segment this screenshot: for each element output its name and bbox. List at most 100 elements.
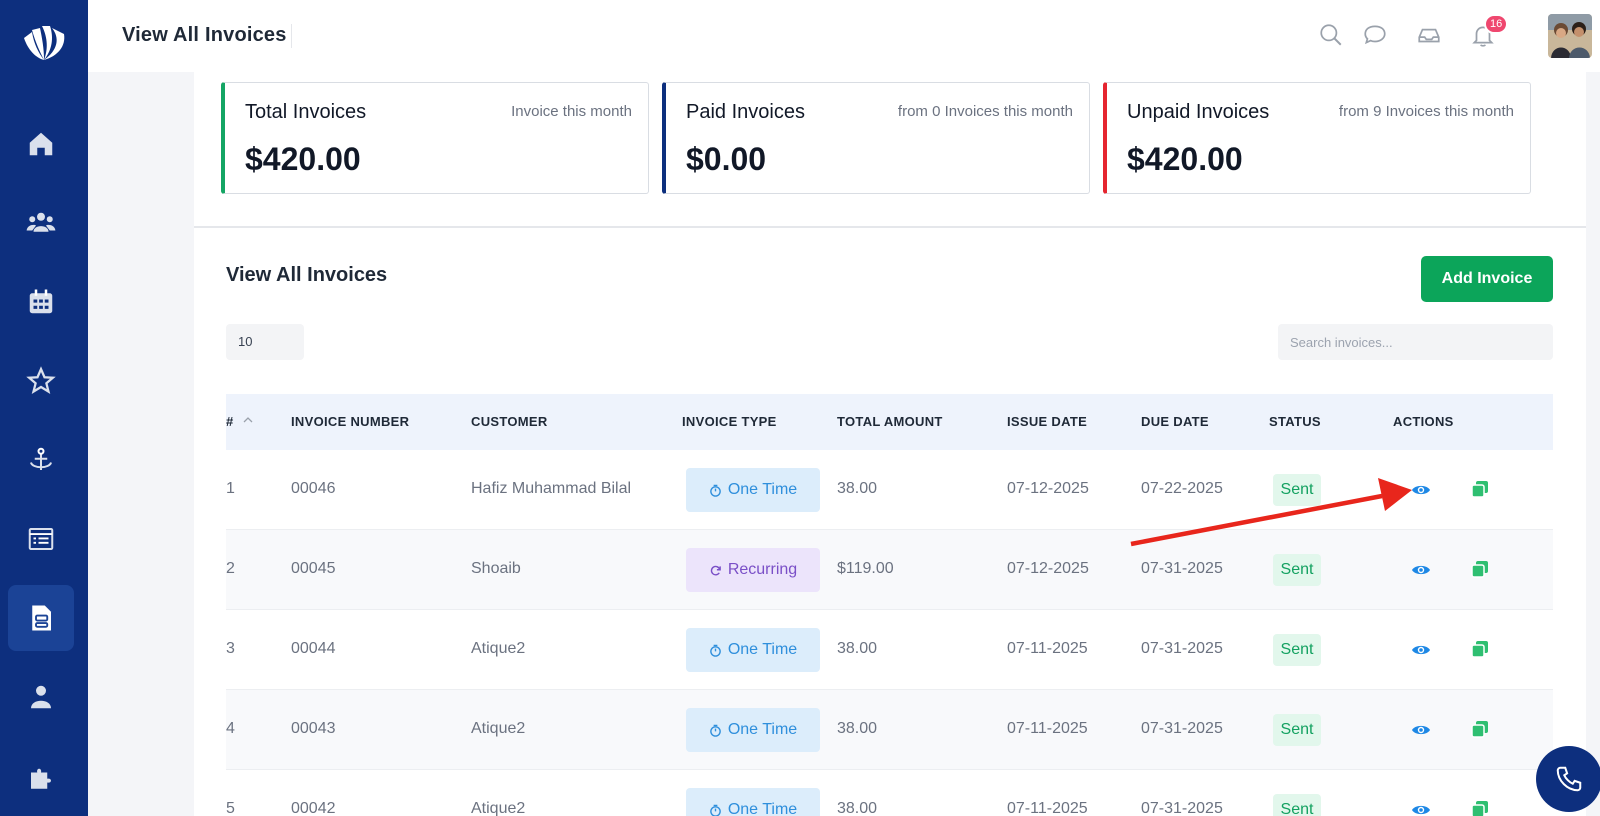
app-logo[interactable]	[18, 20, 70, 64]
column-header-due-date[interactable]: DUE DATE	[1141, 414, 1209, 429]
column-header-status[interactable]: STATUS	[1269, 414, 1321, 429]
avatar[interactable]	[1548, 14, 1592, 58]
inbox-icon	[1418, 28, 1440, 43]
column-header-actions: ACTIONS	[1393, 414, 1454, 429]
column-header-total-amount[interactable]: TOTAL AMOUNT	[837, 414, 943, 429]
table-row: 4 00043 Atique2 One Time 38.00 07-11-2025 07-3…	[226, 690, 1553, 770]
issue-date: 07-11-2025	[1007, 640, 1088, 657]
sidebar-item-list[interactable]	[8, 506, 74, 572]
view-icon[interactable]	[1411, 800, 1431, 816]
customer-name: Atique2	[471, 800, 526, 816]
table-row: 3 00044 Atique2 One Time 38.00 07-11-2025 07-3…	[226, 610, 1553, 690]
search-button[interactable]	[1318, 22, 1344, 48]
page-size-select[interactable]: 10	[226, 324, 304, 360]
card-note: Invoice this month	[511, 103, 632, 120]
table-row: 1 00046 Hafiz Muhammad Bilal One Time 38.00 0…	[226, 450, 1553, 530]
recurring-icon	[710, 565, 721, 575]
view-icon[interactable]	[1411, 560, 1431, 580]
total-amount: 38.00	[837, 720, 878, 737]
customer-name: Atique2	[471, 720, 526, 737]
status-badge: Sent	[1273, 474, 1321, 506]
users-icon	[26, 212, 56, 232]
card-note: from 0 Invoices this month	[897, 103, 1073, 120]
customer-name: Hafiz Muhammad Bilal	[471, 480, 632, 497]
one-time-icon	[709, 644, 721, 657]
invoice-number[interactable]: 00042	[291, 800, 336, 816]
column-header-customer[interactable]: CUSTOMER	[471, 414, 548, 429]
view-icon[interactable]	[1411, 640, 1431, 660]
issue-date: 07-11-2025	[1007, 800, 1088, 816]
sidebar-item-home[interactable]	[8, 111, 74, 177]
call-button[interactable]	[1536, 746, 1600, 812]
sidebar	[0, 0, 88, 816]
status-badge: Sent	[1273, 554, 1321, 586]
duplicate-icon[interactable]	[1471, 640, 1489, 658]
row-number: 3	[226, 640, 235, 657]
table-header: # INVOICE NUMBER CUSTOMER INVOICE TYPE T…	[226, 394, 1553, 450]
sidebar-item-calendar[interactable]	[8, 269, 74, 335]
sidebar-item-favorites[interactable]	[8, 348, 74, 414]
column-header-number[interactable]: #	[226, 414, 234, 429]
sidebar-item-invoices[interactable]	[8, 585, 74, 651]
column-header-invoice-type[interactable]: INVOICE TYPE	[682, 414, 777, 429]
invoice-type-label: One Time	[727, 721, 798, 738]
status-badge: Sent	[1273, 794, 1321, 816]
duplicate-icon[interactable]	[1471, 480, 1489, 498]
invoice-number[interactable]: 00044	[291, 640, 336, 658]
page-title: View All Invoices	[122, 24, 287, 46]
invoice-number[interactable]: 00045	[291, 560, 336, 578]
search-input[interactable]	[1278, 324, 1553, 360]
status-badge: Sent	[1273, 634, 1321, 666]
view-icon[interactable]	[1411, 720, 1431, 740]
invoice-type-badge: Recurring	[686, 548, 820, 592]
duplicate-icon[interactable]	[1471, 800, 1489, 816]
invoice-number[interactable]: 00046	[291, 480, 336, 498]
sort-up-icon[interactable]	[242, 414, 254, 426]
card-amount: $420.00	[245, 141, 361, 177]
due-date: 07-31-2025	[1141, 560, 1223, 577]
invoice-number[interactable]: 00043	[291, 720, 336, 738]
sidebar-item-integrations[interactable]	[8, 742, 74, 808]
column-header-issue-date[interactable]: ISSUE DATE	[1007, 414, 1087, 429]
sidebar-item-profile[interactable]	[8, 664, 74, 730]
sidebar-item-users[interactable]	[8, 190, 74, 256]
inbox-button[interactable]	[1416, 22, 1442, 48]
section-title: View All Invoices	[226, 264, 388, 286]
customer-name: Atique2	[471, 640, 526, 657]
invoice-type-label: One Time	[727, 801, 798, 816]
star-icon	[26, 366, 56, 395]
card-title: Total Invoices	[245, 101, 367, 123]
card-total-invoices: Total Invoices Invoice this month $420.0…	[221, 82, 649, 194]
main-content: Total Invoices Invoice this month $420.0…	[194, 72, 1586, 816]
invoice-type-badge: One Time	[686, 708, 820, 752]
column-header-invoice-number[interactable]: INVOICE NUMBER	[291, 414, 409, 429]
one-time-icon	[709, 724, 721, 737]
one-time-icon	[709, 484, 721, 497]
avatar-photo	[1548, 14, 1592, 58]
due-date: 07-31-2025	[1141, 720, 1223, 737]
sidebar-item-anchor[interactable]	[8, 427, 74, 493]
total-amount: 38.00	[837, 640, 878, 657]
customer-name: Shoaib	[471, 560, 521, 577]
duplicate-icon[interactable]	[1471, 560, 1489, 578]
total-amount: 38.00	[837, 800, 878, 816]
invoice-type-label: One Time	[727, 481, 798, 498]
add-invoice-button[interactable]: Add Invoice	[1421, 256, 1553, 302]
due-date: 07-22-2025	[1141, 480, 1223, 497]
one-time-icon	[709, 804, 721, 816]
issue-date: 07-12-2025	[1007, 480, 1089, 497]
total-amount: $119.00	[837, 560, 894, 577]
card-amount: $420.00	[1127, 141, 1243, 177]
card-title: Unpaid Invoices	[1127, 101, 1270, 123]
view-icon[interactable]	[1411, 480, 1431, 500]
issue-date: 07-11-2025	[1007, 720, 1088, 737]
card-unpaid-invoices: Unpaid Invoices from 9 Invoices this mon…	[1103, 82, 1531, 194]
phone-icon	[1556, 766, 1582, 792]
table-row: 5 00042 Atique2 One Time 38.00 07-11-2025 07-3…	[226, 770, 1553, 816]
row-number: 1	[226, 480, 235, 497]
total-amount: 38.00	[837, 480, 878, 497]
chat-button[interactable]	[1362, 22, 1388, 48]
chat-icon	[1364, 25, 1386, 45]
due-date: 07-31-2025	[1141, 640, 1223, 657]
duplicate-icon[interactable]	[1471, 720, 1489, 738]
